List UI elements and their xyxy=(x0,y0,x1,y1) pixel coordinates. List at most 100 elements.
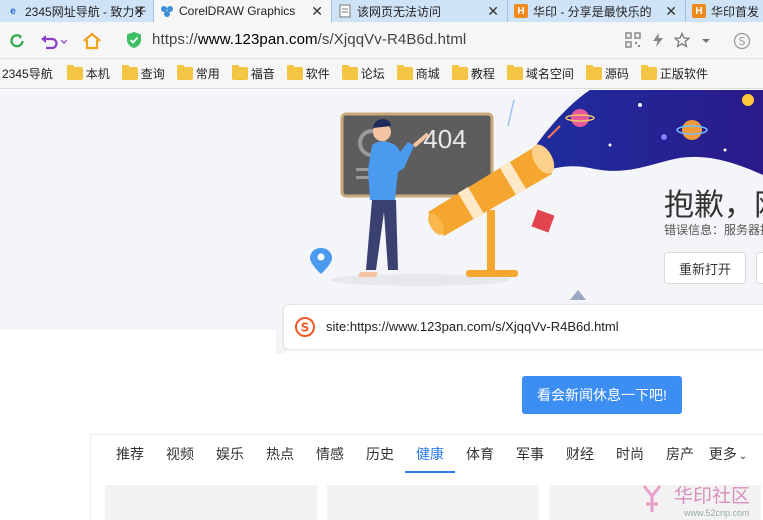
sogou-logo-icon: S xyxy=(295,317,315,337)
watermark-text: 华印社区 xyxy=(674,485,750,507)
bookmark-folder[interactable]: 福音 xyxy=(231,65,275,82)
error-code-text: 404 xyxy=(423,124,466,154)
news-tab[interactable]: 军事 xyxy=(505,443,555,473)
news-tab[interactable]: 娱乐 xyxy=(205,443,255,473)
tab-label: 华印首发 xyxy=(711,4,760,19)
bookmarks-bar: 2345导航 本机 查询 常用 福音 软件 论坛 商城 教程 域名空间 源码 正… xyxy=(0,59,763,89)
news-tab[interactable]: 推荐 xyxy=(105,443,155,473)
bookmark-folder[interactable]: 查询 xyxy=(121,65,165,82)
reopen-button[interactable]: 重新打开 xyxy=(664,252,746,284)
ie-icon: e xyxy=(10,5,16,17)
bookmark-label: 域名空间 xyxy=(525,67,574,81)
tab-bar: e 2345网址导航 - 致力于 ✕ CorelDRAW Graphics ✕ … xyxy=(0,0,763,22)
folder-icon xyxy=(231,65,248,80)
secondary-button[interactable] xyxy=(756,252,763,284)
lightning-icon[interactable] xyxy=(650,32,666,48)
news-tab[interactable]: 视频 xyxy=(155,443,205,473)
folder-icon xyxy=(176,65,193,80)
folder-icon xyxy=(640,65,657,80)
folder-icon xyxy=(506,65,523,80)
search-query: site:https://www.123pan.com/s/XjqqVv-R4B… xyxy=(326,319,619,334)
bookmark-folder[interactable]: 论坛 xyxy=(341,65,385,82)
error-title: 抱歉，网 xyxy=(664,188,763,223)
star-icon[interactable] xyxy=(673,31,691,48)
news-tab[interactable]: 时尚 xyxy=(605,443,655,473)
huayin-logo-icon: H xyxy=(514,4,528,18)
bookmark-folder[interactable]: 商城 xyxy=(396,65,440,82)
more-menu-icon[interactable] xyxy=(757,32,763,48)
folder-icon xyxy=(286,65,303,80)
page-icon xyxy=(338,4,352,18)
bookmark-label: 软件 xyxy=(305,67,330,81)
url-field[interactable]: https://www.123pan.com/s/XjqqVv-R4B6d.ht… xyxy=(152,31,466,48)
tab-label: CorelDRAW Graphics xyxy=(179,4,296,18)
bookmark-folder[interactable]: 正版软件 xyxy=(640,65,708,82)
undo-icon[interactable] xyxy=(38,30,68,52)
secure-shield-icon xyxy=(126,31,142,49)
bookmark-folder[interactable]: 教程 xyxy=(451,65,495,82)
search-box[interactable]: S site:https://www.123pan.com/s/XjqqVv-R… xyxy=(283,304,763,350)
folder-icon xyxy=(396,65,413,80)
news-tab[interactable]: 房产 xyxy=(655,443,705,473)
news-card[interactable] xyxy=(105,485,317,520)
home-icon[interactable] xyxy=(81,30,103,52)
watermark-url: www.52cnp.com xyxy=(683,508,750,518)
tab-label: 该网页无法访问 xyxy=(357,4,442,19)
news-tabs: 推荐 视频 娱乐 热点 情感 历史 健康 体育 军事 财经 时尚 房产 更多 ⌄ xyxy=(105,443,751,473)
refresh-icon[interactable] xyxy=(6,30,28,52)
folder-icon xyxy=(341,65,358,80)
bookmark-label: 福音 xyxy=(250,67,275,81)
bookmark-label: 源码 xyxy=(604,67,629,81)
location-pin-icon xyxy=(310,248,332,274)
folder-icon xyxy=(585,65,602,80)
sogou-search-icon[interactable]: S xyxy=(733,32,751,50)
page-content: 404 抱歉，网 错误信息：服务器找 重新打开 S site:ht xyxy=(0,90,763,520)
planet-pink-icon xyxy=(571,109,589,127)
news-tab[interactable]: 体育 xyxy=(455,443,505,473)
bookmark-folder[interactable]: 软件 xyxy=(286,65,330,82)
svg-text:S: S xyxy=(301,321,310,335)
close-icon[interactable]: ✕ xyxy=(133,3,145,20)
chevron-down-icon[interactable] xyxy=(700,32,712,48)
chalkboard xyxy=(340,112,494,198)
watermark-logo: 华印社区 www.52cnp.com xyxy=(642,485,750,518)
news-button[interactable]: 看会新闻休息一下吧! xyxy=(522,376,682,414)
tab-label: 2345网址导航 - 致力于 xyxy=(25,4,147,19)
bookmark-label: 查询 xyxy=(140,67,165,81)
error-illustration: 404 xyxy=(310,90,763,300)
news-card[interactable] xyxy=(327,485,539,520)
news-tab[interactable]: 历史 xyxy=(355,443,405,473)
tab-coreldraw[interactable]: CorelDRAW Graphics ✕ xyxy=(154,0,332,22)
close-icon[interactable]: ✕ xyxy=(665,3,677,20)
bookmark-label: 常用 xyxy=(195,67,220,81)
news-tab[interactable]: 财经 xyxy=(555,443,605,473)
bookmark-folder[interactable]: 源码 xyxy=(585,65,629,82)
news-tab-more[interactable]: 更多 ⌄ xyxy=(705,443,751,473)
close-icon[interactable]: ✕ xyxy=(311,3,323,20)
planet-orange-icon xyxy=(682,120,702,140)
coreldraw-icon xyxy=(160,4,174,18)
bookmark-label: 2345导航 xyxy=(2,67,53,81)
qrcode-icon[interactable] xyxy=(625,32,641,48)
address-bar: https://www.123pan.com/s/XjqqVv-R4B6d.ht… xyxy=(0,22,763,59)
folder-icon xyxy=(66,65,83,80)
svg-text:S: S xyxy=(739,35,746,48)
url-domain: www.123pan.com xyxy=(197,31,318,48)
bookmark-folder[interactable]: 域名空间 xyxy=(506,65,574,82)
news-tab-label: 更多 xyxy=(708,446,737,462)
close-icon[interactable]: ✕ xyxy=(487,3,499,20)
tab-error-page[interactable]: 该网页无法访问 ✕ xyxy=(332,0,508,22)
bookmark-label: 本机 xyxy=(85,67,110,81)
bookmark-folder[interactable]: 本机 xyxy=(66,65,110,82)
url-path: /s/XjqqVv-R4B6d.html xyxy=(317,31,467,48)
news-tab-active[interactable]: 健康 xyxy=(405,443,455,473)
bookmark-label: 正版软件 xyxy=(659,67,708,81)
news-tab[interactable]: 热点 xyxy=(255,443,305,473)
huayin-logo-icon: H xyxy=(692,4,706,18)
bookmark-folder[interactable]: 常用 xyxy=(176,65,220,82)
tab-huayin-first[interactable]: H 华印首发 xyxy=(686,0,763,22)
tab-huayin[interactable]: H 华印 - 分享是最快乐的 ✕ xyxy=(508,0,686,22)
news-tab[interactable]: 情感 xyxy=(305,443,355,473)
bookmark-2345[interactable]: 2345导航 xyxy=(2,65,53,82)
tab-2345[interactable]: e 2345网址导航 - 致力于 ✕ xyxy=(0,0,154,22)
